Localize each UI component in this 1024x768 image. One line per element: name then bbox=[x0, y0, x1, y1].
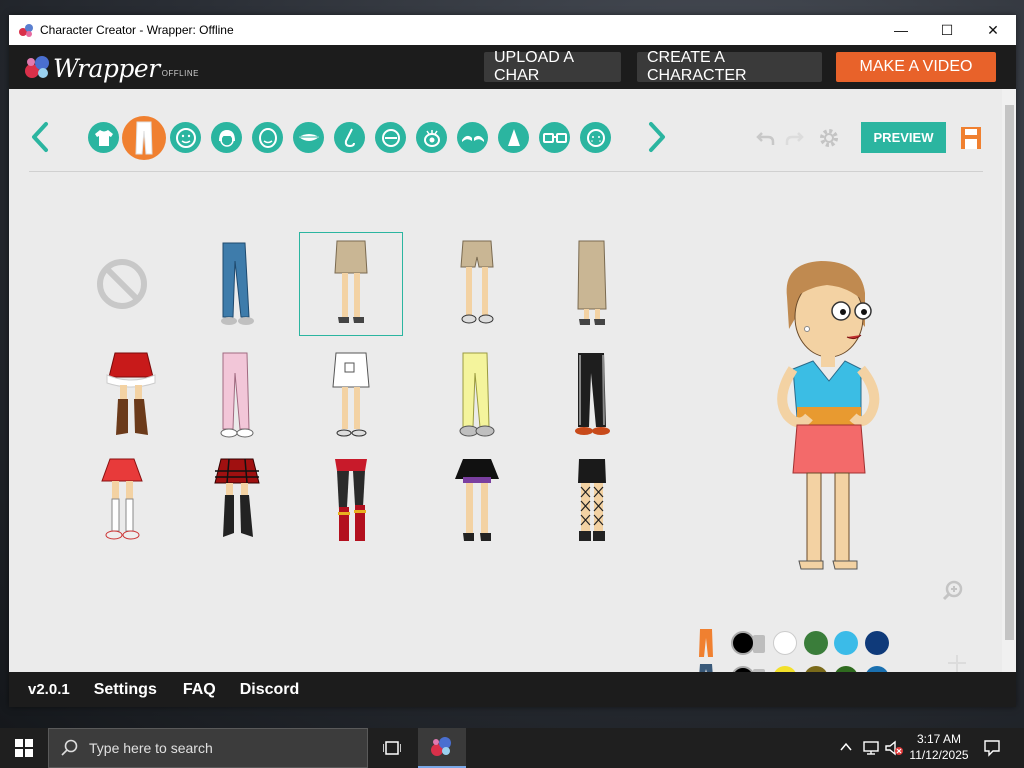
clock-time: 3:17 AM bbox=[916, 732, 962, 746]
facial-feature-icon[interactable] bbox=[580, 122, 611, 153]
lower-body-icon[interactable] bbox=[122, 116, 166, 160]
windows-icon bbox=[15, 739, 33, 757]
clock-date: 11/12/2025 bbox=[909, 748, 969, 762]
scrollbar[interactable] bbox=[1002, 89, 1016, 672]
item-long-khaki-skirt[interactable] bbox=[540, 232, 644, 336]
item-red-santa-skirt[interactable] bbox=[79, 344, 183, 448]
no-item-icon bbox=[97, 259, 147, 309]
close-icon: ✕ bbox=[987, 21, 999, 38]
taskbar: Type here to search 3:17 AM 11/12/2025 bbox=[0, 728, 1024, 768]
item-white-skirt[interactable] bbox=[299, 344, 403, 448]
tray-chevron-up-icon[interactable] bbox=[840, 742, 852, 752]
version-label: v2.0.1 bbox=[28, 681, 70, 698]
taskbar-wrapper-app[interactable] bbox=[418, 728, 466, 768]
eye-icon[interactable] bbox=[375, 122, 406, 153]
wrapper-app-icon bbox=[431, 737, 451, 756]
search-placeholder: Type here to search bbox=[89, 740, 213, 756]
toolbar-divider bbox=[29, 171, 983, 172]
maximize-button[interactable]: ☐ bbox=[924, 15, 970, 45]
item-red-boots-outfit[interactable] bbox=[299, 450, 403, 554]
minimize-button[interactable]: — bbox=[878, 15, 924, 45]
scrollbar-thumb[interactable] bbox=[1005, 105, 1014, 640]
ear-icon[interactable] bbox=[498, 122, 529, 153]
network-icon[interactable] bbox=[862, 740, 880, 756]
logo-text: Wrapper bbox=[53, 53, 160, 83]
eyeball-icon[interactable] bbox=[416, 122, 447, 153]
app-header: Wrapper OFFLINE UPLOAD A CHAR CREATE A C… bbox=[9, 45, 1016, 89]
task-view-icon bbox=[383, 741, 401, 755]
preview-button[interactable]: PREVIEW bbox=[861, 122, 946, 153]
save-icon[interactable] bbox=[960, 126, 982, 150]
item-khaki-skirt[interactable] bbox=[299, 232, 403, 336]
character-editor: PREVIEW bbox=[9, 89, 1016, 672]
character-preview bbox=[777, 261, 880, 570]
nose-icon[interactable] bbox=[334, 122, 365, 153]
logo-icon bbox=[25, 56, 49, 78]
logo-subtext: OFFLINE bbox=[161, 68, 199, 78]
item-fishnet-skirt[interactable] bbox=[540, 450, 644, 554]
item-plaid-skirt[interactable] bbox=[185, 450, 289, 554]
color-swatch-green[interactable] bbox=[804, 631, 828, 655]
close-button[interactable]: ✕ bbox=[970, 15, 1016, 45]
upload-char-button[interactable]: UPLOAD A CHAR bbox=[484, 49, 621, 84]
move-icon[interactable] bbox=[946, 654, 968, 672]
next-category-icon[interactable] bbox=[646, 121, 668, 153]
taskbar-clock[interactable]: 3:17 AM 11/12/2025 bbox=[906, 731, 972, 763]
notifications-icon[interactable] bbox=[983, 739, 1001, 757]
head-icon[interactable] bbox=[252, 122, 283, 153]
item-khaki-shorts[interactable] bbox=[425, 232, 529, 336]
color-swatch-black[interactable] bbox=[731, 631, 755, 655]
redo-icon[interactable] bbox=[784, 129, 804, 147]
start-button[interactable] bbox=[0, 728, 48, 768]
undo-icon[interactable] bbox=[756, 129, 776, 147]
faq-link[interactable]: FAQ bbox=[183, 681, 216, 699]
upper-body-icon[interactable] bbox=[88, 122, 119, 153]
zoom-in-icon[interactable] bbox=[942, 579, 964, 601]
eyebrow-icon[interactable] bbox=[457, 122, 488, 153]
item-black-track-pants[interactable] bbox=[540, 344, 644, 448]
minimize-icon: — bbox=[894, 22, 908, 38]
item-none[interactable] bbox=[70, 232, 174, 336]
gear-icon[interactable] bbox=[817, 126, 841, 150]
secondary-color-icon bbox=[699, 664, 713, 672]
hair-icon[interactable] bbox=[211, 122, 242, 153]
create-character-button[interactable]: CREATE A CHARACTER bbox=[637, 49, 822, 84]
color-dropdown-icon[interactable] bbox=[753, 635, 765, 653]
task-view-button[interactable] bbox=[372, 728, 412, 768]
color-swatch-white[interactable] bbox=[773, 631, 797, 655]
item-blue-jeans[interactable] bbox=[185, 232, 289, 336]
title-bar: Character Creator - Wrapper: Offline — ☐… bbox=[9, 15, 1016, 45]
maximize-icon: ☐ bbox=[940, 21, 954, 38]
volume-muted-icon[interactable] bbox=[884, 740, 904, 756]
item-black-tutu[interactable] bbox=[425, 450, 529, 554]
window-title: Character Creator - Wrapper: Offline bbox=[40, 23, 234, 37]
settings-link[interactable]: Settings bbox=[94, 681, 157, 699]
face-shape-icon[interactable] bbox=[170, 122, 201, 153]
pants-color-icon bbox=[699, 629, 713, 657]
previous-category-icon[interactable] bbox=[29, 121, 51, 153]
wrapper-logo[interactable]: Wrapper OFFLINE bbox=[23, 51, 199, 85]
item-yellow-pants[interactable] bbox=[425, 344, 529, 448]
search-icon bbox=[61, 739, 78, 756]
taskbar-search[interactable]: Type here to search bbox=[48, 728, 368, 768]
color-swatch-navy[interactable] bbox=[865, 631, 889, 655]
item-red-mini-skirt[interactable] bbox=[70, 450, 174, 554]
app-window: Character Creator - Wrapper: Offline — ☐… bbox=[9, 15, 1016, 707]
glasses-icon[interactable] bbox=[539, 122, 570, 153]
mouth-icon[interactable] bbox=[293, 122, 324, 153]
app-icon bbox=[19, 24, 33, 37]
discord-link[interactable]: Discord bbox=[240, 681, 300, 699]
item-pink-pants[interactable] bbox=[185, 344, 289, 448]
app-footer: v2.0.1 Settings FAQ Discord bbox=[9, 672, 1016, 707]
color-swatch-skyblue[interactable] bbox=[834, 631, 858, 655]
make-video-button[interactable]: MAKE A VIDEO bbox=[836, 52, 996, 82]
